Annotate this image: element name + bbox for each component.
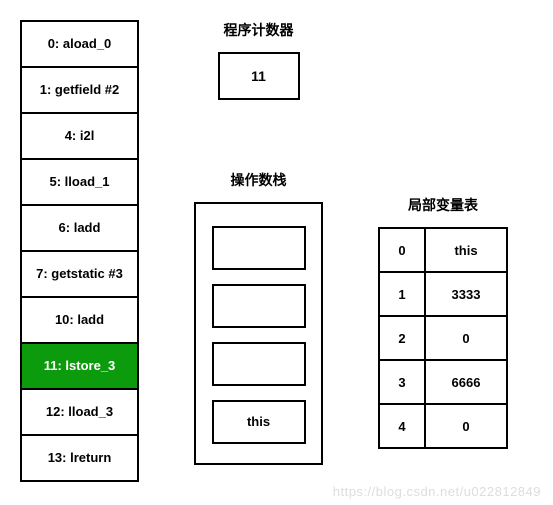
instruction-item: 13: lreturn bbox=[22, 436, 137, 480]
stack-slot: this bbox=[212, 400, 306, 444]
lvt-value: 0 bbox=[425, 316, 507, 360]
instruction-list: 0: aload_0 1: getfield #2 4: i2l 5: lloa… bbox=[20, 20, 139, 482]
instruction-item-current: 11: lstore_3 bbox=[22, 344, 137, 390]
local-variable-table-title: 局部变量表 bbox=[408, 195, 478, 215]
stack-slot bbox=[212, 342, 306, 386]
program-counter-value: 11 bbox=[218, 52, 300, 100]
lvt-value: this bbox=[425, 228, 507, 272]
lvt-index: 4 bbox=[379, 404, 425, 448]
instruction-item: 1: getfield #2 bbox=[22, 68, 137, 114]
operand-stack-title: 操作数栈 bbox=[231, 170, 287, 190]
stack-slot bbox=[212, 284, 306, 328]
instruction-item: 6: ladd bbox=[22, 206, 137, 252]
stack-slot bbox=[212, 226, 306, 270]
diagram-root: 0: aload_0 1: getfield #2 4: i2l 5: lloa… bbox=[20, 20, 533, 482]
table-row: 3 6666 bbox=[379, 360, 507, 404]
watermark: https://blog.csdn.net/u022812849 bbox=[333, 484, 541, 499]
operand-stack: this bbox=[194, 202, 323, 465]
instruction-item: 5: lload_1 bbox=[22, 160, 137, 206]
right-column: 局部变量表 0 this 1 3333 2 0 3 6666 4 0 bbox=[378, 195, 508, 449]
program-counter-title: 程序计数器 bbox=[224, 20, 294, 40]
table-row: 2 0 bbox=[379, 316, 507, 360]
lvt-value: 0 bbox=[425, 404, 507, 448]
middle-column: 程序计数器 11 操作数栈 this bbox=[194, 20, 323, 465]
lvt-index: 0 bbox=[379, 228, 425, 272]
local-variable-table: 0 this 1 3333 2 0 3 6666 4 0 bbox=[378, 227, 508, 449]
table-row: 0 this bbox=[379, 228, 507, 272]
lvt-index: 3 bbox=[379, 360, 425, 404]
table-row: 4 0 bbox=[379, 404, 507, 448]
lvt-index: 2 bbox=[379, 316, 425, 360]
lvt-value: 6666 bbox=[425, 360, 507, 404]
instruction-item: 7: getstatic #3 bbox=[22, 252, 137, 298]
table-row: 1 3333 bbox=[379, 272, 507, 316]
instruction-item: 0: aload_0 bbox=[22, 22, 137, 68]
lvt-index: 1 bbox=[379, 272, 425, 316]
operand-stack-section: 操作数栈 this bbox=[194, 170, 323, 465]
program-counter-section: 程序计数器 11 bbox=[218, 20, 300, 100]
instruction-item: 10: ladd bbox=[22, 298, 137, 344]
instruction-item: 4: i2l bbox=[22, 114, 137, 160]
instruction-item: 12: lload_3 bbox=[22, 390, 137, 436]
lvt-value: 3333 bbox=[425, 272, 507, 316]
